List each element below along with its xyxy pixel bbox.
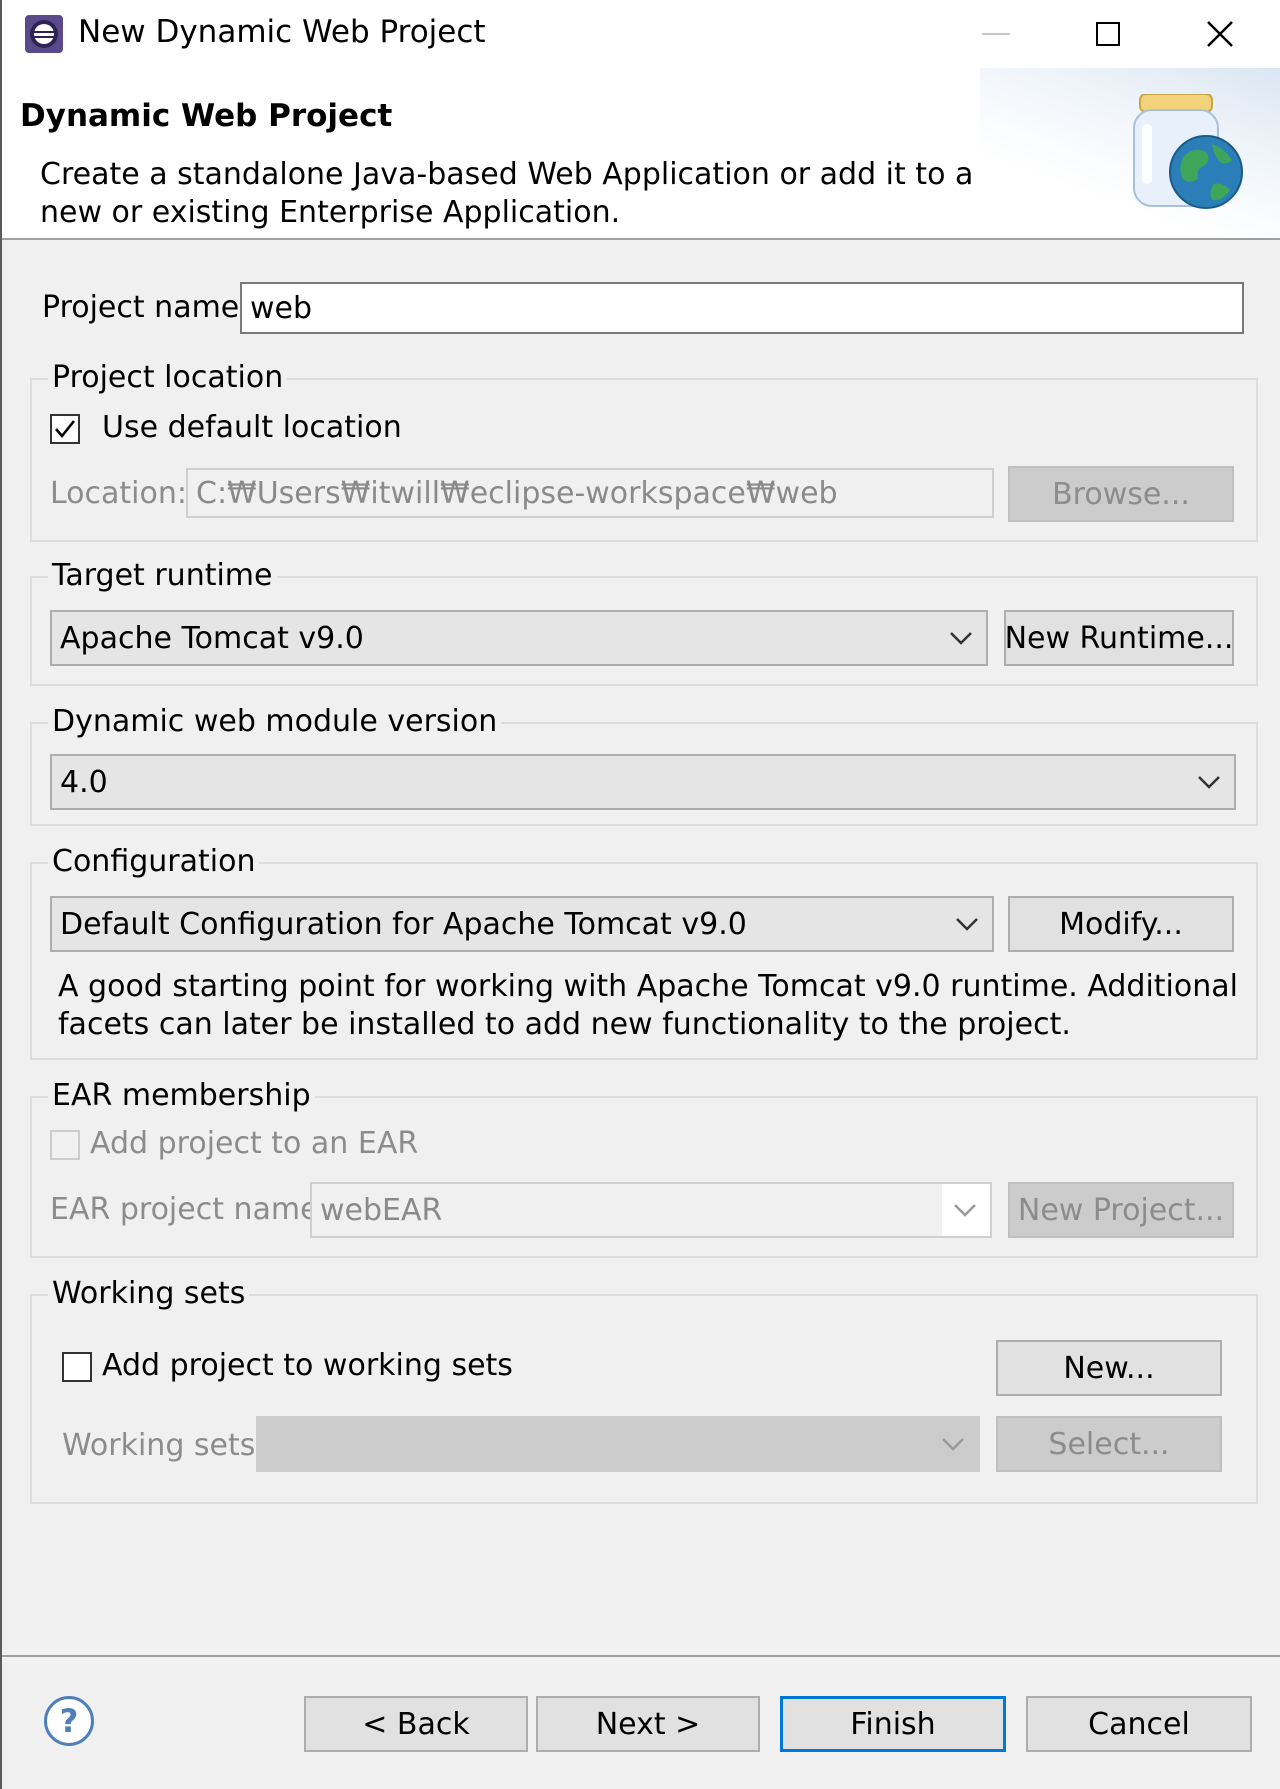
configuration-group-title: Configuration bbox=[48, 844, 260, 879]
window-title: New Dynamic Web Project bbox=[78, 14, 486, 50]
chevron-down-icon bbox=[1198, 776, 1220, 789]
add-to-working-sets-label[interactable]: Add project to working sets bbox=[102, 1348, 513, 1383]
cancel-button[interactable]: Cancel bbox=[1026, 1696, 1252, 1752]
ear-project-name-combo[interactable]: webEAR bbox=[310, 1182, 992, 1238]
module-version-select[interactable]: 4.0 bbox=[50, 754, 1236, 810]
ear-project-name-value: webEAR bbox=[320, 1192, 443, 1228]
chevron-down-icon bbox=[954, 1204, 976, 1217]
new-ear-project-button[interactable]: New Project... bbox=[1008, 1182, 1234, 1238]
add-to-working-sets-checkbox[interactable] bbox=[62, 1352, 92, 1382]
modify-button[interactable]: Modify... bbox=[1008, 896, 1234, 952]
maximize-button[interactable] bbox=[1052, 0, 1164, 68]
maximize-icon bbox=[1096, 22, 1120, 46]
chevron-down-icon bbox=[956, 918, 978, 931]
finish-button[interactable]: Finish bbox=[780, 1696, 1006, 1752]
help-icon: ? bbox=[59, 1702, 79, 1740]
configuration-select[interactable]: Default Configuration for Apache Tomcat … bbox=[50, 896, 994, 952]
close-icon bbox=[1207, 21, 1233, 47]
dialog-window: New Dynamic Web Project Dynamic Web Proj… bbox=[0, 0, 1280, 1789]
back-button[interactable]: < Back bbox=[304, 1696, 528, 1752]
eclipse-app-icon bbox=[25, 15, 63, 53]
location-label: Location: bbox=[50, 476, 187, 511]
chevron-down-icon bbox=[942, 1438, 964, 1451]
wizard-header-banner: Dynamic Web Project Create a standalone … bbox=[2, 68, 1280, 240]
working-sets-select[interactable] bbox=[256, 1416, 980, 1472]
use-default-location-label[interactable]: Use default location bbox=[102, 410, 402, 445]
wizard-page-title: Dynamic Web Project bbox=[20, 98, 393, 134]
select-working-sets-button[interactable]: Select... bbox=[996, 1416, 1222, 1472]
checkmark-icon bbox=[55, 420, 76, 439]
module-version-value: 4.0 bbox=[60, 764, 108, 800]
working-sets-label: Working sets: bbox=[62, 1428, 266, 1463]
minimize-button[interactable] bbox=[940, 0, 1052, 68]
chevron-down-icon bbox=[950, 632, 972, 645]
project-name-input[interactable]: web bbox=[240, 282, 1244, 334]
project-location-group-title: Project location bbox=[48, 360, 288, 395]
ear-membership-group-title: EAR membership bbox=[48, 1078, 315, 1113]
new-working-set-button[interactable]: New... bbox=[996, 1340, 1222, 1396]
target-runtime-select[interactable]: Apache Tomcat v9.0 bbox=[50, 610, 988, 666]
new-runtime-button[interactable]: New Runtime... bbox=[1004, 610, 1234, 666]
configuration-value: Default Configuration for Apache Tomcat … bbox=[60, 906, 747, 942]
target-runtime-value: Apache Tomcat v9.0 bbox=[60, 620, 364, 656]
target-runtime-group-title: Target runtime bbox=[48, 558, 277, 593]
next-button[interactable]: Next > bbox=[536, 1696, 760, 1752]
working-sets-group-title: Working sets bbox=[48, 1276, 250, 1311]
location-input[interactable]: C:₩Users₩itwill₩eclipse-workspace₩web bbox=[186, 468, 994, 518]
web-project-jar-globe-icon bbox=[1133, 94, 1243, 209]
working-sets-group bbox=[30, 1294, 1258, 1504]
close-button[interactable] bbox=[1164, 0, 1276, 68]
footer-separator bbox=[2, 1655, 1280, 1657]
minimize-icon bbox=[982, 33, 1010, 35]
ear-project-name-label: EAR project name: bbox=[50, 1192, 329, 1227]
module-version-group-title: Dynamic web module version bbox=[48, 704, 502, 739]
project-name-label: Project name: bbox=[42, 290, 250, 325]
browse-button[interactable]: Browse... bbox=[1008, 466, 1234, 522]
configuration-description: A good starting point for working with A… bbox=[58, 969, 1238, 1042]
project-name-value: web bbox=[250, 290, 313, 326]
add-to-ear-checkbox[interactable] bbox=[50, 1130, 80, 1160]
help-button[interactable]: ? bbox=[44, 1696, 94, 1746]
title-bar: New Dynamic Web Project bbox=[2, 0, 1280, 68]
wizard-page-description: Create a standalone Java-based Web Appli… bbox=[40, 157, 974, 230]
use-default-location-checkbox[interactable] bbox=[50, 414, 80, 444]
add-to-ear-label: Add project to an EAR bbox=[90, 1126, 419, 1161]
location-value: C:₩Users₩itwill₩eclipse-workspace₩web bbox=[196, 475, 838, 511]
